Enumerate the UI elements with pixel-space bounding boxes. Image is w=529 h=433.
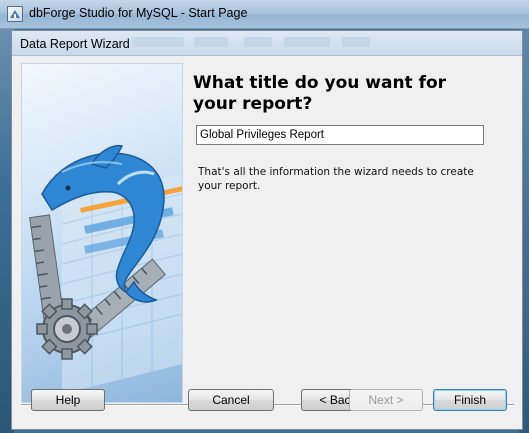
- info-text: That's all the information the wizard ne…: [198, 166, 474, 192]
- page-heading: What title do you want for your report?: [193, 73, 447, 114]
- finish-button[interactable]: Finish: [433, 389, 507, 411]
- app-icon: [7, 6, 23, 22]
- ghost-menu-item: [284, 37, 330, 47]
- ruler-gear-illustration: [29, 144, 182, 394]
- report-title-input[interactable]: [196, 125, 484, 145]
- help-button[interactable]: Help: [31, 389, 105, 411]
- wizard-side-illustration: [21, 63, 183, 403]
- next-button[interactable]: Next >: [349, 389, 423, 411]
- ghost-menu-item: [244, 37, 272, 47]
- data-report-wizard-dialog: Data Report Wizard What title do you wan…: [11, 30, 523, 430]
- dialog-caption-bar[interactable]: Data Report Wizard: [12, 31, 522, 56]
- window-title: dbForge Studio for MySQL - Start Page: [29, 6, 248, 20]
- ghost-menu-item: [342, 37, 370, 47]
- cancel-button[interactable]: Cancel: [188, 389, 274, 411]
- ghost-menu-item: [194, 37, 228, 47]
- ghost-menu-item: [132, 37, 184, 47]
- main-window-titlebar[interactable]: dbForge Studio for MySQL - Start Page: [0, 0, 529, 29]
- dialog-title: Data Report Wizard: [20, 37, 130, 51]
- wizard-page-content: What title do you want for your report? …: [183, 63, 504, 403]
